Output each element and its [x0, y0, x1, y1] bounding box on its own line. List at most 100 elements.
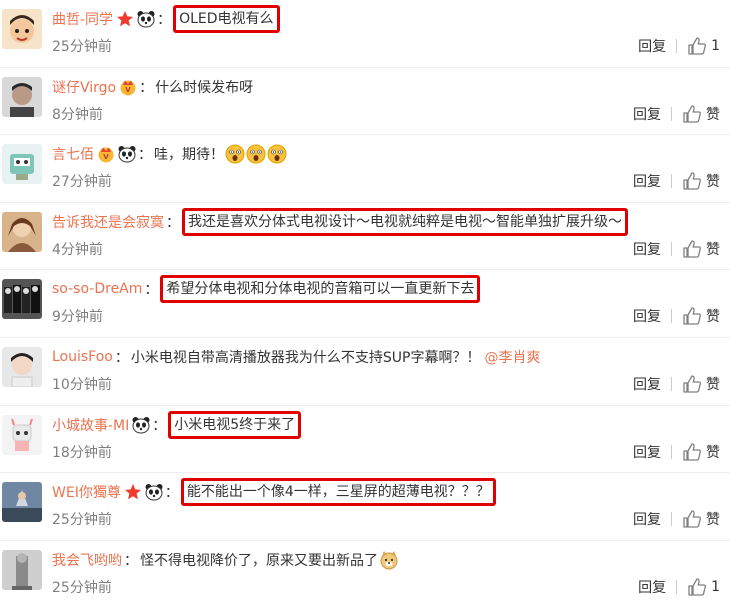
- colon: ：: [164, 485, 179, 502]
- username-link[interactable]: 告诉我还是会寂寞: [52, 212, 164, 232]
- reply-button[interactable]: 回复: [633, 442, 661, 462]
- comment-list: 曲哲-同学： OLED电视有么 25分钟前 回复 1 谜仔Virgo V：什么时候发布呀 8分…: [0, 0, 730, 608]
- like-count: 1: [711, 578, 720, 595]
- avatar[interactable]: [2, 279, 42, 320]
- like-count: 赞: [706, 444, 720, 461]
- username-link[interactable]: LouisFoo: [52, 349, 113, 365]
- comment-actions: 回复 赞: [633, 442, 720, 462]
- comment-body: 小城故事-MI ：小米电视5终于来了: [52, 410, 302, 439]
- comment-text: 怪不得电视降价了，原来又要出新品了: [140, 552, 378, 569]
- doge-icon: [379, 550, 399, 570]
- avatar[interactable]: [2, 211, 42, 252]
- comment-item: 告诉我还是会寂寞：我还是喜欢分体式电视设计～电视就纯粹是电视～智能单独扩展升级～…: [0, 203, 730, 271]
- thumbs-up-icon: [687, 577, 711, 597]
- shocked-face-icon: [267, 144, 287, 164]
- thumbs-up-icon: [682, 442, 706, 462]
- star-icon[interactable]: [116, 10, 134, 28]
- reply-button[interactable]: 回复: [633, 509, 661, 529]
- colon: ：: [157, 12, 172, 28]
- comment-body: 告诉我还是会寂寞：我还是喜欢分体式电视设计～电视就纯粹是电视～智能单独扩展升级～: [52, 207, 628, 236]
- avatar[interactable]: [2, 482, 42, 523]
- panda-icon[interactable]: [132, 416, 150, 434]
- avatar[interactable]: [2, 144, 42, 185]
- comment-body: 谜仔Virgo V ：什么时候发布呀: [52, 76, 253, 98]
- like-count: 赞: [706, 106, 720, 123]
- like-button[interactable]: 1: [687, 577, 720, 597]
- divider: [671, 174, 672, 189]
- comment-body: WEI你獨尊 ：能不能出一个像4一样，三星屏的超薄电视？？？: [52, 478, 496, 507]
- colon: ：: [124, 552, 138, 569]
- like-button[interactable]: 赞: [682, 306, 720, 326]
- like-button[interactable]: 赞: [682, 171, 720, 191]
- reply-button[interactable]: 回复: [633, 104, 661, 124]
- avatar[interactable]: [2, 414, 42, 455]
- divider: [671, 512, 672, 527]
- timestamp: 25分钟前: [52, 512, 112, 529]
- like-count: 赞: [706, 174, 720, 191]
- comment-item: LouisFoo：小米电视自带高清播放器我为什么不支持SUP字幕啊？！ @李肖爽 1…: [0, 338, 730, 406]
- divider: [671, 444, 672, 459]
- timestamp: 10分钟前: [52, 376, 112, 393]
- timestamp: 25分钟前: [52, 579, 112, 596]
- divider: [671, 376, 672, 391]
- reply-button[interactable]: 回复: [633, 171, 661, 191]
- like-button[interactable]: 赞: [682, 104, 720, 124]
- like-button[interactable]: 赞: [682, 239, 720, 259]
- like-button[interactable]: 赞: [682, 374, 720, 394]
- thumbs-up-icon: [687, 36, 711, 56]
- panda-icon[interactable]: [137, 10, 155, 28]
- star-icon[interactable]: [124, 483, 142, 501]
- shocked-face-icon: [225, 144, 245, 164]
- vip-crown-icon[interactable]: V: [97, 145, 115, 163]
- colon: ：: [139, 79, 154, 96]
- like-button[interactable]: 赞: [682, 442, 720, 462]
- reply-button[interactable]: 回复: [638, 577, 666, 597]
- svg-text:V: V: [125, 86, 131, 94]
- comment-item: WEI你獨尊 ：能不能出一个像4一样，三星屏的超薄电视？？？ 25分钟前 回复 赞: [0, 473, 730, 541]
- comment-text: OLED电视有么: [173, 5, 280, 33]
- timestamp: 27分钟前: [52, 174, 112, 191]
- colon: ：: [152, 417, 167, 434]
- like-count: 赞: [706, 512, 720, 529]
- like-button[interactable]: 赞: [682, 509, 720, 529]
- username-link[interactable]: 小城故事-MI: [52, 415, 129, 435]
- divider: [676, 579, 678, 594]
- divider: [671, 241, 672, 256]
- username-link[interactable]: 我会飞哟哟: [52, 550, 122, 570]
- panda-icon[interactable]: [145, 483, 163, 501]
- username-link[interactable]: 谜仔Virgo: [52, 77, 116, 97]
- avatar[interactable]: [2, 346, 42, 387]
- vip-crown-icon[interactable]: V: [119, 78, 137, 96]
- username-link[interactable]: WEI你獨尊: [52, 482, 121, 502]
- avatar[interactable]: [2, 549, 42, 590]
- like-count: 赞: [706, 309, 720, 326]
- panda-icon[interactable]: [118, 145, 136, 163]
- thumbs-up-icon: [682, 171, 706, 191]
- reply-button[interactable]: 回复: [633, 306, 661, 326]
- like-count: 赞: [706, 376, 720, 393]
- colon: ：: [166, 214, 180, 231]
- comment-body: so-so-DreAm：希望分体电视和分体电视的音箱可以一直更新下去: [52, 275, 481, 304]
- comment-text: 希望分体电视和分体电视的音箱可以一直更新下去: [160, 275, 481, 304]
- comment-text: 我还是喜欢分体式电视设计～电视就纯粹是电视～智能单独扩展升级～: [182, 207, 628, 236]
- comment-item: 谜仔Virgo V ：什么时候发布呀 8分钟前 回复 赞: [0, 68, 730, 136]
- like-count: 赞: [706, 241, 720, 258]
- reply-button[interactable]: 回复: [633, 239, 661, 259]
- avatar[interactable]: [2, 76, 42, 117]
- comment-item: 小城故事-MI ：小米电视5终于来了 18分钟前 回复 赞: [0, 406, 730, 474]
- reply-button[interactable]: 回复: [633, 374, 661, 394]
- timestamp: 9分钟前: [52, 309, 103, 326]
- comment-text: 小米电视自带高清播放器我为什么不支持SUP字幕啊？！: [130, 349, 481, 366]
- username-link[interactable]: so-so-DreAm: [52, 281, 142, 297]
- avatar[interactable]: [2, 9, 42, 49]
- svg-text:V: V: [103, 153, 109, 161]
- reply-button[interactable]: 回复: [638, 36, 666, 56]
- comment-actions: 回复 赞: [633, 239, 720, 259]
- like-button[interactable]: 1: [687, 36, 720, 56]
- username-link[interactable]: 曲哲-同学: [52, 9, 113, 29]
- mention-link[interactable]: @李肖爽: [484, 347, 540, 367]
- username-link[interactable]: 言七佰: [52, 144, 94, 164]
- comment-item: 曲哲-同学 ： OLED电视有么 25分钟前 回复 1: [0, 0, 730, 68]
- divider: [671, 106, 672, 121]
- timestamp: 25分钟前: [52, 39, 112, 55]
